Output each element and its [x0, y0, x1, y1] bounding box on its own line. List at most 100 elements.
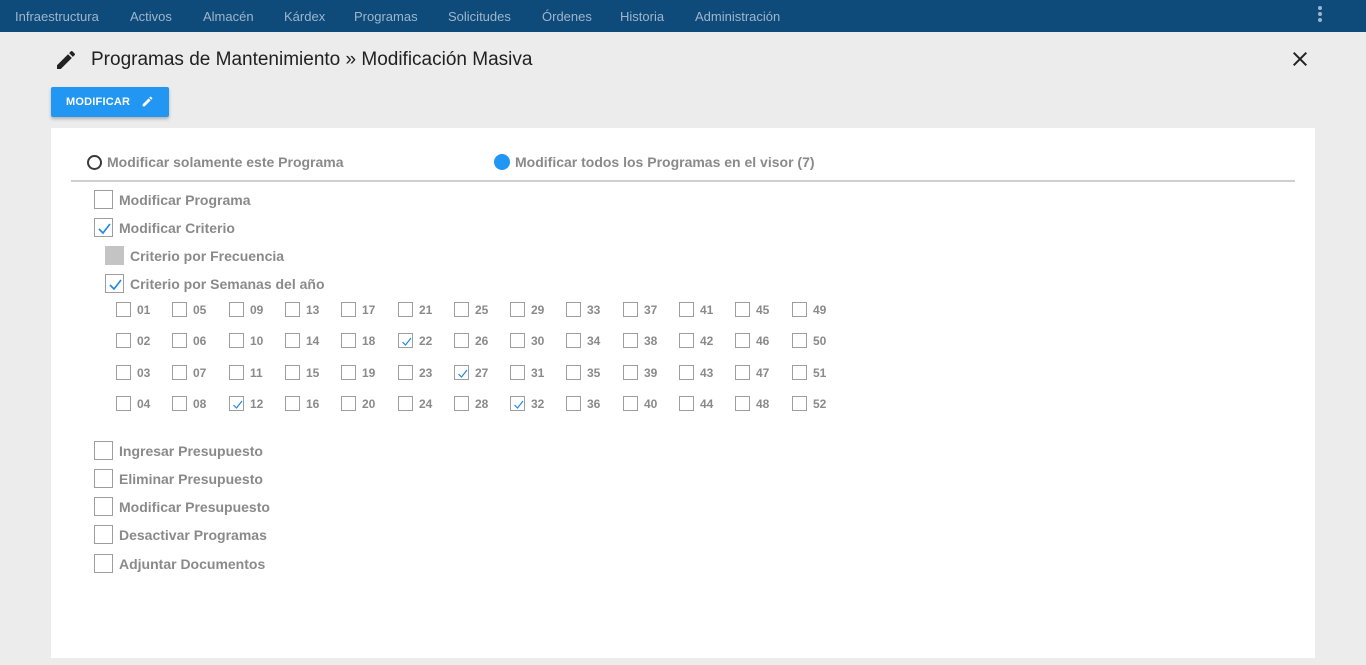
checkbox[interactable]: [94, 525, 113, 544]
checkbox-checked[interactable]: [454, 365, 469, 380]
checkbox[interactable]: [792, 302, 807, 317]
checkbox[interactable]: [623, 333, 638, 348]
week-checkbox-05[interactable]: 05: [172, 302, 206, 317]
checkbox[interactable]: [679, 365, 694, 380]
checkbox[interactable]: [398, 365, 413, 380]
week-checkbox-29[interactable]: 29: [510, 302, 544, 317]
checkbox[interactable]: [679, 396, 694, 411]
week-checkbox-34[interactable]: 34: [566, 333, 600, 348]
week-checkbox-33[interactable]: 33: [566, 302, 600, 317]
checkbox[interactable]: [792, 365, 807, 380]
close-icon[interactable]: [1288, 47, 1312, 71]
nav-item-solicitudes[interactable]: Solicitudes: [448, 9, 511, 24]
checkbox[interactable]: [341, 333, 356, 348]
week-checkbox-21[interactable]: 21: [398, 302, 432, 317]
checkbox[interactable]: [172, 365, 187, 380]
checkbox[interactable]: [172, 333, 187, 348]
week-checkbox-51[interactable]: 51: [792, 365, 826, 380]
checkbox[interactable]: [566, 396, 581, 411]
nav-item-historia[interactable]: Historia: [620, 9, 664, 24]
week-checkbox-50[interactable]: 50: [792, 333, 826, 348]
week-checkbox-52[interactable]: 52: [792, 396, 826, 411]
week-checkbox-18[interactable]: 18: [341, 333, 375, 348]
checkbox[interactable]: [229, 365, 244, 380]
week-checkbox-20[interactable]: 20: [341, 396, 375, 411]
option-adjuntar-documentos[interactable]: Adjuntar Documentos: [94, 554, 265, 573]
checkbox[interactable]: [172, 396, 187, 411]
nav-item-ordenes[interactable]: Órdenes: [542, 9, 592, 24]
checkbox[interactable]: [735, 302, 750, 317]
checkbox[interactable]: [285, 365, 300, 380]
checkbox[interactable]: [454, 302, 469, 317]
checkbox[interactable]: [623, 396, 638, 411]
nav-item-infraestructura[interactable]: Infraestructura: [15, 9, 99, 24]
nav-item-activos[interactable]: Activos: [130, 9, 172, 24]
checkbox[interactable]: [679, 333, 694, 348]
week-checkbox-07[interactable]: 07: [172, 365, 206, 380]
checkbox[interactable]: [510, 333, 525, 348]
option-ingresar-presupuesto[interactable]: Ingresar Presupuesto: [94, 441, 263, 460]
checkbox[interactable]: [735, 365, 750, 380]
checkbox[interactable]: [341, 302, 356, 317]
checkbox[interactable]: [94, 469, 113, 488]
week-checkbox-32[interactable]: 32: [510, 396, 544, 411]
checkbox[interactable]: [792, 333, 807, 348]
week-checkbox-46[interactable]: 46: [735, 333, 769, 348]
checkbox[interactable]: [454, 396, 469, 411]
checkbox[interactable]: [341, 396, 356, 411]
checkbox[interactable]: [510, 365, 525, 380]
week-checkbox-24[interactable]: 24: [398, 396, 432, 411]
week-checkbox-15[interactable]: 15: [285, 365, 319, 380]
nav-item-almacen[interactable]: Almacén: [203, 9, 254, 24]
week-checkbox-08[interactable]: 08: [172, 396, 206, 411]
checkbox[interactable]: [566, 365, 581, 380]
radio-button[interactable]: [87, 154, 102, 170]
checkbox-disabled[interactable]: [105, 246, 124, 265]
checkbox[interactable]: [116, 365, 131, 380]
week-checkbox-02[interactable]: 02: [116, 333, 150, 348]
week-checkbox-30[interactable]: 30: [510, 333, 544, 348]
checkbox[interactable]: [510, 302, 525, 317]
nav-item-kardex[interactable]: Kárdex: [284, 9, 325, 24]
week-checkbox-41[interactable]: 41: [679, 302, 713, 317]
week-checkbox-09[interactable]: 09: [229, 302, 263, 317]
week-checkbox-37[interactable]: 37: [623, 302, 657, 317]
checkbox[interactable]: [566, 333, 581, 348]
modify-button[interactable]: MODIFICAR: [51, 87, 169, 117]
checkbox-checked[interactable]: [510, 396, 525, 411]
week-checkbox-16[interactable]: 16: [285, 396, 319, 411]
week-checkbox-13[interactable]: 13: [285, 302, 319, 317]
radio-single-program[interactable]: Modificar solamente este Programa: [87, 152, 344, 172]
checkbox[interactable]: [735, 396, 750, 411]
week-checkbox-43[interactable]: 43: [679, 365, 713, 380]
checkbox[interactable]: [94, 190, 113, 209]
checkbox[interactable]: [285, 396, 300, 411]
week-checkbox-01[interactable]: 01: [116, 302, 150, 317]
week-checkbox-48[interactable]: 48: [735, 396, 769, 411]
week-checkbox-40[interactable]: 40: [623, 396, 657, 411]
option-eliminar-presupuesto[interactable]: Eliminar Presupuesto: [94, 469, 263, 488]
checkbox[interactable]: [623, 302, 638, 317]
radio-button-selected[interactable]: [494, 154, 510, 170]
week-checkbox-12[interactable]: 12: [229, 396, 263, 411]
checkbox-checked[interactable]: [105, 274, 124, 293]
checkbox[interactable]: [229, 302, 244, 317]
checkbox[interactable]: [116, 396, 131, 411]
week-checkbox-45[interactable]: 45: [735, 302, 769, 317]
week-checkbox-04[interactable]: 04: [116, 396, 150, 411]
week-checkbox-14[interactable]: 14: [285, 333, 319, 348]
nav-item-programas[interactable]: Programas: [354, 9, 418, 24]
week-checkbox-42[interactable]: 42: [679, 333, 713, 348]
week-checkbox-39[interactable]: 39: [623, 365, 657, 380]
nav-item-administracion[interactable]: Administración: [695, 9, 780, 24]
checkbox[interactable]: [679, 302, 694, 317]
option-modificar-presupuesto[interactable]: Modificar Presupuesto: [94, 497, 270, 516]
option-modificar-criterio[interactable]: Modificar Criterio: [94, 218, 235, 237]
week-checkbox-47[interactable]: 47: [735, 365, 769, 380]
week-checkbox-03[interactable]: 03: [116, 365, 150, 380]
week-checkbox-25[interactable]: 25: [454, 302, 488, 317]
checkbox-checked[interactable]: [398, 333, 413, 348]
week-checkbox-23[interactable]: 23: [398, 365, 432, 380]
checkbox[interactable]: [116, 333, 131, 348]
week-checkbox-44[interactable]: 44: [679, 396, 713, 411]
